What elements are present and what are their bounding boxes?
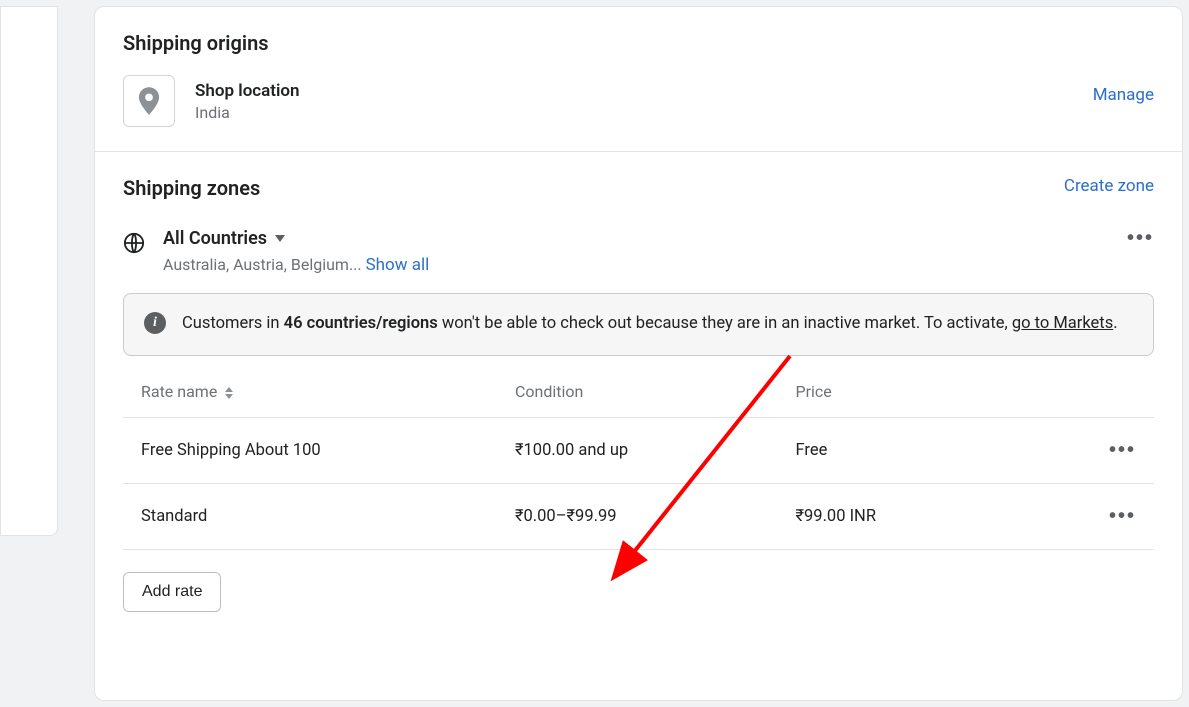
sort-icon [225, 387, 233, 399]
alert-middle: won't be able to check out because they … [438, 314, 1012, 333]
alert-prefix: Customers in [182, 314, 284, 333]
col-condition: Condition [515, 382, 796, 401]
rate-price: ₹99.00 INR [796, 507, 1077, 526]
table-row: Standard ₹0.00–₹99.99 ₹99.00 INR ••• [123, 484, 1154, 550]
rate-name: Standard [141, 507, 515, 526]
rate-price: Free [796, 441, 1077, 460]
table-row: Free Shipping About 100 ₹100.00 and up F… [123, 418, 1154, 484]
shipping-zones-section: Shipping zones Create zone [95, 152, 1182, 636]
zone-more-button[interactable]: ••• [1127, 228, 1154, 248]
shipping-origins-title: Shipping origins [123, 31, 1154, 55]
create-zone-link[interactable]: Create zone [1064, 176, 1154, 196]
alert-suffix: . [1113, 314, 1117, 333]
zone-countries-preview: Australia, Austria, Belgium... [163, 255, 366, 274]
manage-link[interactable]: Manage [1093, 85, 1154, 105]
shipping-settings-card: Shipping origins Shop location India Man… [94, 6, 1183, 701]
alert-count: 46 countries/regions [284, 314, 438, 333]
rate-condition: ₹100.00 and up [515, 441, 796, 460]
rate-more-button[interactable]: ••• [1109, 506, 1136, 526]
rate-name: Free Shipping About 100 [141, 441, 515, 460]
shop-location-label: Shop location [195, 81, 300, 101]
shipping-zones-title: Shipping zones [123, 176, 260, 200]
zone-name-toggle[interactable]: All Countries [163, 228, 429, 249]
col-price: Price [796, 382, 1077, 401]
inactive-market-alert: i Customers in 46 countries/regions won'… [123, 293, 1154, 356]
globe-icon [123, 232, 145, 254]
rate-condition: ₹0.00–₹99.99 [515, 507, 796, 526]
chevron-down-icon [275, 235, 285, 242]
rates-table: Rate name Condition Price Free Shipping … [123, 360, 1154, 550]
add-rate-button[interactable]: Add rate [123, 572, 221, 612]
zone-header: All Countries Australia, Austria, Belgiu… [123, 228, 1154, 275]
zone-name: All Countries [163, 228, 267, 249]
shipping-origins-section: Shipping origins Shop location India Man… [95, 7, 1182, 151]
rate-more-button[interactable]: ••• [1109, 440, 1136, 460]
sidebar-placeholder [0, 6, 58, 536]
info-icon: i [144, 312, 166, 334]
location-pin-icon [123, 75, 175, 127]
shop-location-value: India [195, 103, 300, 122]
go-to-markets-link[interactable]: go to Markets [1012, 314, 1113, 333]
show-all-link[interactable]: Show all [366, 255, 430, 275]
col-rate-name[interactable]: Rate name [141, 382, 515, 401]
